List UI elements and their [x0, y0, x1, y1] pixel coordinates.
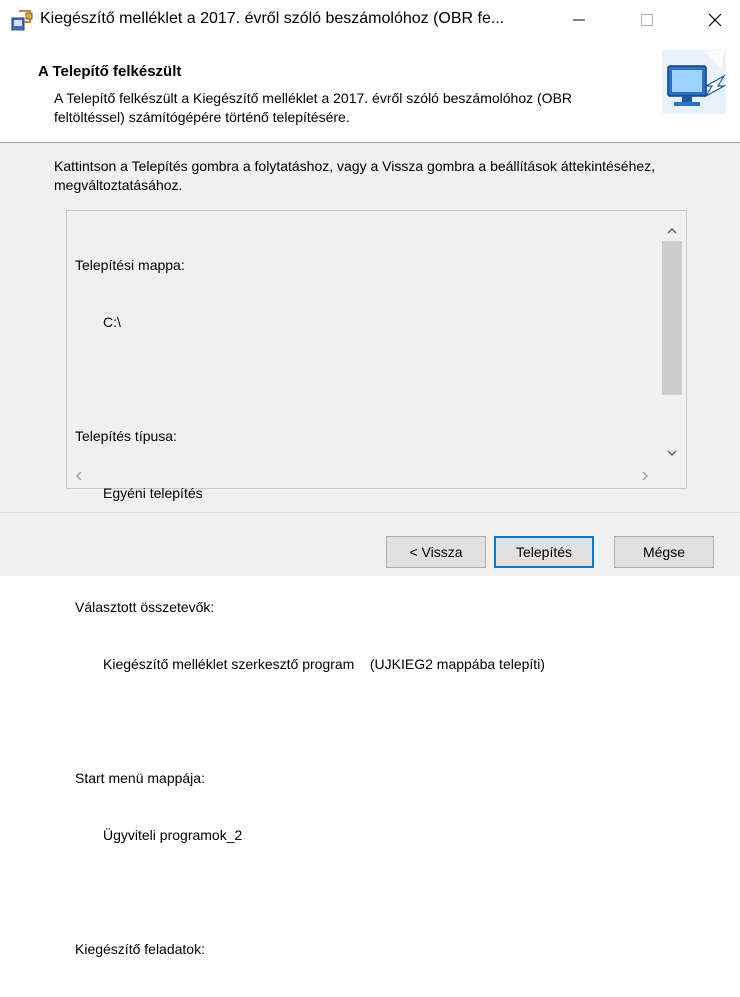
footer-divider [0, 512, 740, 513]
horizontal-scrollbar[interactable] [69, 466, 660, 486]
title-bar[interactable]: Kiegészítő melléklet a 2017. évről szóló… [0, 0, 740, 40]
back-button[interactable]: < Vissza [386, 536, 486, 568]
summary-label-additional-tasks: Kiegészítő feladatok: [75, 941, 205, 957]
summary-value-components: Kiegészítő melléklet szerkesztő program … [103, 656, 545, 672]
scroll-up-arrow-icon[interactable] [660, 221, 684, 241]
close-button[interactable] [692, 0, 738, 40]
scroll-down-arrow-icon[interactable] [660, 443, 684, 463]
summary-value-install-folder: C:\ [103, 314, 121, 330]
scroll-right-arrow-icon[interactable] [635, 466, 655, 486]
summary-label-install-type: Telepítés típusa: [75, 428, 177, 444]
maximize-icon [641, 14, 653, 26]
window-title: Kiegészítő melléklet a 2017. évről szóló… [40, 10, 505, 27]
summary-value-start-menu: Ügyviteli programok_2 [103, 827, 243, 843]
wizard-content: Kattintson a Telepítés gombra a folytatá… [0, 143, 740, 957]
close-icon [708, 13, 722, 27]
wizard-header: A Telepítő felkészült A Telepítő felkész… [0, 40, 740, 143]
computer-install-icon [662, 50, 727, 114]
summary-label-install-folder: Telepítési mappa: [75, 257, 185, 273]
page-title: A Telepítő felkészült [38, 63, 182, 80]
install-button[interactable]: Telepítés [494, 536, 594, 568]
summary-value-install-type: Egyéni telepítés [103, 485, 203, 501]
maximize-button[interactable] [624, 0, 670, 40]
minimize-button[interactable] [556, 0, 602, 40]
page-description: A Telepítő felkészült a Kiegészítő mellé… [54, 90, 573, 125]
installer-window: Kiegészítő melléklet a 2017. évről szóló… [0, 0, 740, 957]
vertical-scrollbar[interactable] [660, 213, 684, 465]
minimize-icon [573, 19, 585, 21]
install-summary-box[interactable]: Telepítési mappa: C:\ Telepítés típusa: … [66, 210, 687, 957]
summary-label-start-menu: Start menü mappája: [75, 770, 205, 786]
vertical-scroll-thumb[interactable] [662, 241, 682, 395]
summary-label-components: Választott összetevők: [75, 599, 215, 615]
summary-text: Telepítési mappa: C:\ Telepítés típusa: … [75, 218, 655, 997]
cancel-button[interactable]: Mégse [614, 536, 714, 568]
scroll-left-arrow-icon[interactable] [69, 466, 89, 486]
instruction-text: Kattintson a Telepítés gombra a folytatá… [54, 158, 656, 193]
installer-app-icon [10, 8, 34, 32]
